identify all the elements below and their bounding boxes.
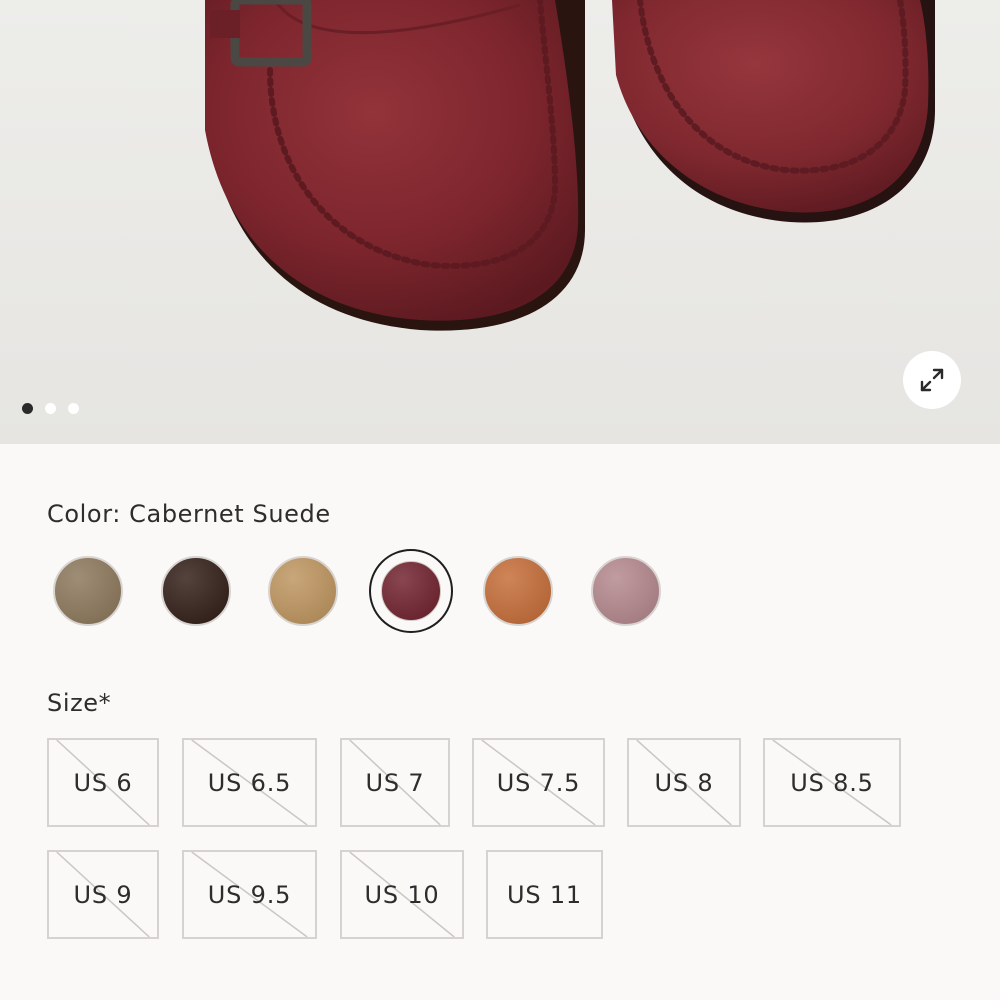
product-photo (205, 0, 935, 331)
color-swatch[interactable] (482, 555, 554, 627)
swatch-color (483, 556, 553, 626)
color-swatch[interactable] (160, 555, 232, 627)
size-option-label: US 9 (73, 880, 133, 909)
color-swatch-selected[interactable] (368, 549, 453, 633)
expand-image-button[interactable] (903, 351, 961, 409)
size-option[interactable]: US 9.5 (182, 850, 317, 939)
color-swatch[interactable] (267, 555, 339, 627)
swatch-color (53, 556, 123, 626)
expand-arrows-icon (920, 368, 944, 392)
size-option-label: US 8 (654, 768, 714, 797)
color-swatch[interactable] (52, 555, 124, 627)
size-option-label: US 8.5 (790, 768, 874, 797)
swatch-color (590, 556, 661, 626)
size-option-label: US 6.5 (207, 768, 292, 797)
carousel-pagination (22, 403, 79, 414)
size-option[interactable]: US 7.5 (472, 738, 605, 827)
swatch-color (268, 556, 338, 626)
swatch-color (380, 561, 441, 621)
carousel-dot[interactable] (45, 403, 56, 414)
size-option-label: US 6 (73, 768, 133, 797)
size-option[interactable]: US 6.5 (182, 738, 317, 827)
size-option-label: US 10 (364, 880, 440, 909)
color-label: Color: Cabernet Suede (47, 500, 331, 528)
product-image-gallery[interactable] (0, 0, 1000, 444)
size-option[interactable]: US 10 (340, 850, 464, 939)
size-option-label: US 7.5 (496, 768, 581, 797)
size-option[interactable]: US 7 (340, 738, 450, 827)
size-option[interactable]: US 8 (627, 738, 741, 827)
size-option[interactable]: US 9 (47, 850, 159, 939)
size-option[interactable]: US 6 (47, 738, 159, 827)
color-swatch-list (52, 549, 692, 633)
size-option[interactable]: US 11 (486, 850, 603, 939)
size-option-label: US 9.5 (207, 880, 292, 909)
carousel-dot-active[interactable] (22, 403, 33, 414)
size-option-label: US 11 (507, 880, 582, 909)
size-option-label: US 7 (365, 768, 425, 797)
swatch-color (160, 556, 231, 626)
carousel-dot[interactable] (68, 403, 79, 414)
size-label: Size* (47, 689, 112, 717)
color-swatch[interactable] (590, 555, 662, 627)
size-option[interactable]: US 8.5 (763, 738, 901, 827)
